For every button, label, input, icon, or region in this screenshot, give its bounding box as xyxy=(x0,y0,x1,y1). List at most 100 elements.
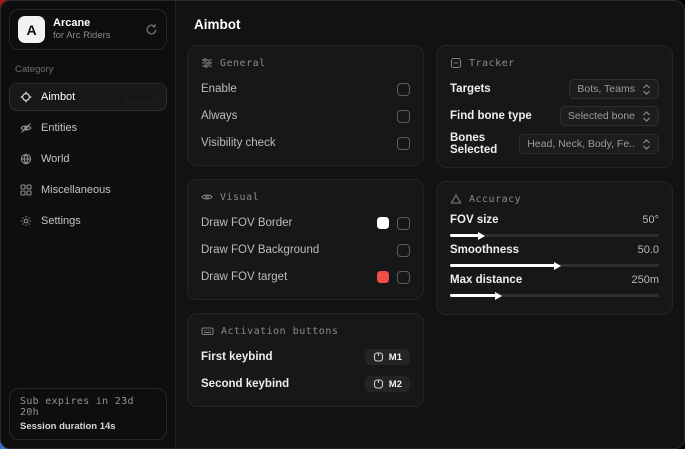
slider-fill xyxy=(450,294,496,297)
setting-label: Find bone type xyxy=(450,110,532,122)
mouse-icon xyxy=(373,379,384,389)
brand-logo: A xyxy=(18,16,45,43)
fov-border-checkbox[interactable] xyxy=(397,217,410,230)
unfold-chevrons-icon xyxy=(642,84,651,95)
second-keybind-button[interactable]: M2 xyxy=(365,376,410,392)
subscription-info: Sub expires in 23d 20h Session duration … xyxy=(9,388,167,440)
brand-text: Arcane for Arc Riders xyxy=(53,17,137,43)
fov-target-color-swatch[interactable] xyxy=(377,271,389,283)
setting-label: Always xyxy=(201,110,237,122)
dropdown-value: Selected bone xyxy=(568,110,635,122)
general-card: General Enable Always Visibility check xyxy=(187,45,424,166)
visibility-check-checkbox[interactable] xyxy=(397,137,410,150)
sidebar-item-entities[interactable]: Entities xyxy=(9,114,167,142)
card-title: Accuracy xyxy=(469,194,521,205)
fov-background-checkbox[interactable] xyxy=(397,244,410,257)
fov-border-color-swatch[interactable] xyxy=(377,217,389,229)
setting-row-always: Always xyxy=(201,105,410,127)
dropdown-value: Head, Neck, Body, Fe.. xyxy=(527,138,635,150)
setting-row-first-keybind: First keybind M1 xyxy=(201,346,410,368)
entities-eye-icon xyxy=(20,122,32,134)
slider-label: FOV size xyxy=(450,214,499,226)
setting-row-targets: Targets Bots, Teams xyxy=(450,78,659,100)
setting-label: Draw FOV target xyxy=(201,271,287,283)
crosshair-icon xyxy=(20,91,32,103)
desktop-background: A Arcane for Arc Riders Category xyxy=(0,0,685,449)
sidebar-item-label: Settings xyxy=(41,215,81,227)
unfold-chevrons-icon xyxy=(642,139,651,150)
enable-checkbox[interactable] xyxy=(397,83,410,96)
slider-thumb[interactable] xyxy=(478,232,485,240)
tracker-box-icon xyxy=(450,57,462,69)
setting-label: Draw FOV Border xyxy=(201,217,292,229)
card-title: Tracker xyxy=(469,58,515,69)
sidebar-item-settings[interactable]: Settings xyxy=(9,207,167,235)
keybind-value: M1 xyxy=(389,352,402,363)
sliders-icon xyxy=(201,57,213,69)
mouse-icon xyxy=(373,352,384,362)
slider-value: 50.0 xyxy=(638,244,659,256)
dropdown-value: Bots, Teams xyxy=(577,83,635,95)
card-title: General xyxy=(220,58,266,69)
setting-label: Targets xyxy=(450,83,491,95)
smoothness-setting: Smoothness 50.0 xyxy=(450,244,659,267)
slider-label: Max distance xyxy=(450,274,522,286)
visual-card: Visual Draw FOV Border Draw FOV Backgrou… xyxy=(187,179,424,300)
setting-label: Visibility check xyxy=(201,137,276,149)
aimbot-keybind-hint xyxy=(126,90,156,104)
slider-value: 250m xyxy=(631,274,659,286)
card-title: Activation buttons xyxy=(221,326,338,337)
globe-icon xyxy=(20,153,32,165)
slider-label: Smoothness xyxy=(450,244,519,256)
left-column: General Enable Always Visibility check xyxy=(187,45,424,407)
first-keybind-button[interactable]: M1 xyxy=(365,349,410,365)
sidebar-item-miscellaneous[interactable]: Miscellaneous xyxy=(9,176,167,204)
gear-icon xyxy=(20,215,32,227)
slider-thumb[interactable] xyxy=(554,262,561,270)
main-content: Aimbot General xyxy=(176,1,684,448)
fov-target-checkbox[interactable] xyxy=(397,271,410,284)
arcane-cheat-window: A Arcane for Arc Riders Category xyxy=(0,0,685,449)
grid-icon xyxy=(20,184,32,196)
refresh-icon[interactable] xyxy=(145,23,158,36)
bones-selected-dropdown[interactable]: Head, Neck, Body, Fe.. xyxy=(519,134,659,154)
setting-row-second-keybind: Second keybind M2 xyxy=(201,373,410,395)
accuracy-card: Accuracy FOV size 50° xyxy=(436,181,673,315)
sidebar-nav: Aimbot Entities xyxy=(9,83,167,235)
sidebar: A Arcane for Arc Riders Category xyxy=(1,1,176,448)
setting-row-visibility-check: Visibility check xyxy=(201,132,410,154)
setting-label: Bones Selected xyxy=(450,132,519,156)
setting-label: Draw FOV Background xyxy=(201,244,319,256)
slider-value: 50° xyxy=(642,214,659,226)
eye-icon xyxy=(201,191,213,203)
setting-label: Second keybind xyxy=(201,378,289,390)
slider-fill xyxy=(450,234,479,237)
session-duration-text: Session duration 14s xyxy=(20,421,156,432)
always-checkbox[interactable] xyxy=(397,110,410,123)
brand-subtitle: for Arc Riders xyxy=(53,30,137,42)
smoothness-slider[interactable] xyxy=(450,264,659,267)
setting-row-fov-background: Draw FOV Background xyxy=(201,239,410,261)
triangle-icon xyxy=(450,193,462,205)
find-bone-type-dropdown[interactable]: Selected bone xyxy=(560,106,659,126)
targets-dropdown[interactable]: Bots, Teams xyxy=(569,79,659,99)
setting-label: Enable xyxy=(201,83,237,95)
setting-row-fov-target: Draw FOV target xyxy=(201,266,410,288)
max-distance-setting: Max distance 250m xyxy=(450,274,659,297)
keyboard-icon xyxy=(201,325,214,337)
setting-row-fov-border: Draw FOV Border xyxy=(201,212,410,234)
keybind-value: M2 xyxy=(389,379,402,390)
slider-fill xyxy=(450,264,555,267)
tracker-card: Tracker Targets Bots, Teams xyxy=(436,45,673,168)
slider-thumb[interactable] xyxy=(495,292,502,300)
brand-name: Arcane xyxy=(53,17,137,31)
sidebar-item-aimbot[interactable]: Aimbot xyxy=(9,83,167,111)
sub-expiry-text: Sub expires in 23d 20h xyxy=(20,396,156,418)
max-distance-slider[interactable] xyxy=(450,294,659,297)
sidebar-item-label: Miscellaneous xyxy=(41,184,111,196)
page-title: Aimbot xyxy=(194,17,673,32)
setting-row-enable: Enable xyxy=(201,78,410,100)
fov-size-slider[interactable] xyxy=(450,234,659,237)
brand-header: A Arcane for Arc Riders xyxy=(9,9,167,50)
sidebar-item-world[interactable]: World xyxy=(9,145,167,173)
